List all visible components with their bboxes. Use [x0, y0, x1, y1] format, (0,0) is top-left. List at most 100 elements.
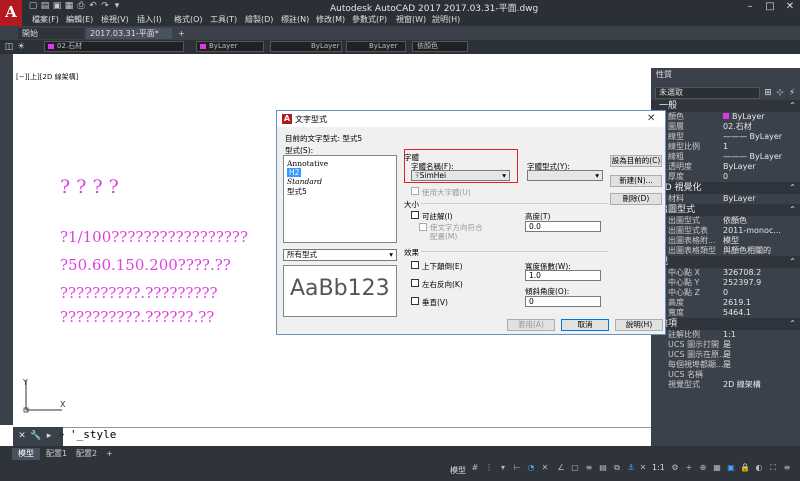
grid-icon[interactable]: # [470, 463, 480, 473]
plotstyle-dropdown[interactable]: 依顏色 [412, 41, 468, 52]
palette-row[interactable]: 註解比例 1:1 [651, 330, 800, 340]
save-icon[interactable]: ▣ [52, 1, 62, 12]
palette-row[interactable]: 線型比例 1 [651, 142, 800, 152]
new-icon[interactable]: ▢ [28, 1, 38, 12]
command-input[interactable]: '_style [70, 428, 116, 441]
palette-row[interactable]: 寬度 5464.1 [651, 308, 800, 318]
palette-row[interactable]: 厚度 0 [651, 172, 800, 182]
list-item[interactable]: H2 [287, 168, 302, 177]
bigfont-checkbox[interactable] [411, 187, 419, 195]
height-input[interactable]: 0.0 [525, 221, 601, 232]
saveas-icon[interactable]: ▦ [64, 1, 74, 12]
dynamic-input-icon[interactable]: ▾ [498, 463, 508, 473]
auto-scale-icon[interactable]: ✕ [638, 463, 648, 473]
select-objects-icon[interactable]: ⊹ [775, 88, 785, 99]
minimize-icon[interactable]: – [740, 0, 760, 14]
quick-properties-icon[interactable]: ▣ [726, 463, 736, 473]
drawing-text-line[interactable]: ? ? ? ? [60, 176, 119, 198]
palette-row[interactable]: 中心點 X 326708.2 [651, 268, 800, 278]
palette-row[interactable]: 視覺型式 2D 線架構 [651, 380, 800, 390]
tab-start[interactable]: 開始 [18, 28, 84, 39]
undo-icon[interactable]: ↶ [88, 1, 98, 12]
annotation-visibility-icon[interactable]: ⚓ [626, 463, 636, 473]
menu-format[interactable]: 格式(O) [174, 14, 203, 26]
list-item[interactable]: Annotative [287, 159, 328, 168]
annotation-monitor-icon[interactable]: ⊕ [698, 463, 708, 473]
palette-section-header[interactable]: 視⌃ [651, 256, 800, 268]
print-icon[interactable]: ⎙ [76, 1, 86, 12]
recent-commands-icon[interactable]: ▸ [44, 431, 54, 442]
snap-icon[interactable]: ⋮ [484, 463, 494, 473]
vertical-checkbox[interactable] [411, 297, 419, 305]
menu-insert[interactable]: 插入(I) [137, 14, 162, 26]
drawing-text-line[interactable]: ??????????.??????.?? [60, 308, 214, 326]
palette-row[interactable]: 材料 ByLayer [651, 194, 800, 204]
menu-file[interactable]: 檔案(F) [32, 14, 59, 26]
palette-row[interactable]: 顏色 ByLayer [651, 112, 800, 122]
toggle-pickadd-icon[interactable]: ⊞ [763, 88, 773, 99]
match-orientation-checkbox[interactable] [419, 223, 427, 231]
add-layout-button[interactable]: + [100, 448, 119, 460]
palette-row[interactable]: 線型 ——— ByLayer [651, 132, 800, 142]
collapse-icon[interactable]: ⌃ [789, 182, 796, 194]
customization-icon[interactable]: ≡ [782, 463, 792, 473]
upside-down-checkbox[interactable] [411, 261, 419, 269]
tab-layout1[interactable]: 配置1 [40, 448, 73, 460]
lineweight-dropdown[interactable]: ByLayer [346, 41, 406, 52]
polar-icon[interactable]: ◔ [526, 463, 536, 473]
tab-drawing-file[interactable]: 2017.03.31-平面* [86, 28, 172, 39]
maximize-icon[interactable]: □ [760, 0, 780, 14]
palette-row[interactable]: 出圖型式 依顏色 [651, 216, 800, 226]
palette-row[interactable]: 每個視埠都顯... 是 [651, 360, 800, 370]
menu-draw[interactable]: 繪製(D) [245, 14, 273, 26]
customize-icon[interactable]: 🔧 [30, 431, 41, 442]
open-icon[interactable]: ▤ [40, 1, 50, 12]
menu-window[interactable]: 視窗(W) [396, 14, 426, 26]
quick-select-icon[interactable]: ⚡ [787, 88, 797, 99]
isodraft-icon[interactable]: ✕ [540, 463, 550, 473]
menu-modify[interactable]: 修改(M) [316, 14, 345, 26]
transparency-icon[interactable]: ▤ [598, 463, 608, 473]
dropdown-icon[interactable]: ▾ [112, 1, 122, 12]
style-filter-dropdown[interactable]: 所有型式 ▾ [283, 249, 397, 261]
oblique-angle-input[interactable]: 0 [525, 296, 601, 307]
palette-row[interactable]: 中心點 Y 252397.9 [651, 278, 800, 288]
collapse-icon[interactable]: ⌃ [789, 204, 796, 216]
drawing-text-line[interactable]: ?50.60.150.200????.?? [60, 256, 231, 274]
redo-icon[interactable]: ↷ [100, 1, 110, 12]
palette-row[interactable]: 出圖型式表 2011-monoc... [651, 226, 800, 236]
menu-edit[interactable]: 編輯(E) [66, 14, 93, 26]
osnap-icon[interactable]: ▢ [570, 463, 580, 473]
palette-section-header[interactable]: 一般 ⌃ [651, 100, 800, 112]
delete-style-button[interactable]: 刪除(D) [610, 193, 662, 205]
tab-layout2[interactable]: 配置2 [70, 448, 103, 460]
menu-tools[interactable]: 工具(T) [210, 14, 237, 26]
palette-row[interactable]: UCS 名稱 [651, 370, 800, 380]
collapse-icon[interactable]: ⌃ [789, 256, 796, 268]
tab-model[interactable]: 模型 [12, 448, 40, 460]
drawing-text-line[interactable]: ?1/100????????????????? [60, 228, 248, 246]
selection-cycling-icon[interactable]: ⧉ [612, 463, 622, 473]
help-button[interactable]: 說明(H) [615, 319, 663, 331]
collapse-icon[interactable]: ⌃ [789, 318, 796, 330]
lineweight-icon[interactable]: ≡ [584, 463, 594, 473]
width-factor-input[interactable]: 1.0 [525, 270, 601, 281]
new-tab-button[interactable]: + [174, 28, 188, 39]
viewport-controls[interactable]: [−][上][2D 線架構] [16, 72, 78, 82]
drawing-text-line[interactable]: ??????????.????????? [60, 284, 218, 302]
palette-row[interactable]: UCS 圖示在原... 是 [651, 350, 800, 360]
workspace-icon[interactable]: ⚙ [670, 463, 680, 473]
model-space-button[interactable]: 模型 [450, 465, 466, 476]
osnap-tracking-icon[interactable]: ∠ [556, 463, 566, 473]
new-style-button[interactable]: 新建(N)... [610, 175, 662, 187]
layer-state-icon[interactable]: ☀ [16, 42, 26, 53]
annotative-checkbox[interactable] [411, 211, 419, 219]
menu-view[interactable]: 檢視(V) [101, 14, 129, 26]
palette-row[interactable]: 出圖表格附... 模型 [651, 236, 800, 246]
close-cmd-icon[interactable]: ✕ [17, 431, 27, 442]
lock-ui-icon[interactable]: 🔒 [740, 463, 750, 473]
palette-row[interactable]: 透明度 ByLayer [651, 162, 800, 172]
palette-row[interactable]: 圖層 02.石材 [651, 122, 800, 132]
menu-help[interactable]: 說明(H) [432, 14, 460, 26]
palette-section-header[interactable]: 出圖型式 ⌃ [651, 204, 800, 216]
